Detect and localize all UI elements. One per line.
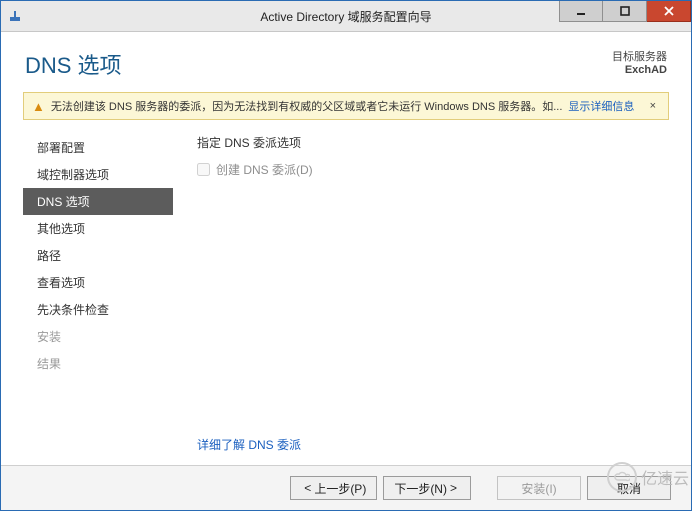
sidebar-item-paths[interactable]: 路径 — [23, 242, 173, 269]
sidebar-item-deployment[interactable]: 部署配置 — [23, 134, 173, 161]
close-button[interactable] — [647, 1, 691, 22]
target-server-name: ExchAD — [612, 64, 667, 76]
create-delegation-row: 创建 DNS 委派(D) — [197, 161, 665, 178]
warning-bar: ▲ 无法创建该 DNS 服务器的委派，因为无法找到有权威的父区域或者它未运行 W… — [23, 92, 669, 120]
sidebar-item-prereq[interactable]: 先决条件检查 — [23, 296, 173, 323]
sidebar-item-dns-options[interactable]: DNS 选项 — [23, 188, 173, 215]
previous-button-label: 上一步(P) — [314, 480, 366, 497]
target-server-block: 目标服务器 ExchAD — [612, 48, 667, 76]
sidebar-item-review[interactable]: 查看选项 — [23, 269, 173, 296]
sidebar-item-dc-options[interactable]: 域控制器选项 — [23, 161, 173, 188]
previous-button[interactable]: < 上一步(P) — [290, 476, 377, 500]
sidebar-item-results: 结果 — [23, 350, 173, 377]
wizard-window: Active Directory 域服务配置向导 DNS 选项 目标服务器 Ex… — [0, 0, 692, 511]
create-delegation-checkbox — [197, 163, 210, 176]
titlebar: Active Directory 域服务配置向导 — [1, 1, 691, 32]
warning-icon: ▲ — [32, 100, 45, 113]
next-button-label: 下一步(N) — [394, 480, 447, 497]
sidebar-item-install: 安装 — [23, 323, 173, 350]
window-controls — [559, 1, 691, 31]
wizard-sidebar: 部署配置 域控制器选项 DNS 选项 其他选项 路径 查看选项 先决条件检查 安… — [23, 130, 173, 465]
app-icon — [7, 8, 23, 24]
wizard-main: 指定 DNS 委派选项 创建 DNS 委派(D) 详细了解 DNS 委派 — [173, 130, 669, 465]
wizard-body: 部署配置 域控制器选项 DNS 选项 其他选项 路径 查看选项 先决条件检查 安… — [23, 130, 669, 465]
learn-more-link[interactable]: 详细了解 DNS 委派 — [197, 420, 665, 465]
minimize-button[interactable] — [559, 1, 603, 22]
warning-text: 无法创建该 DNS 服务器的委派，因为无法找到有权威的父区域或者它未运行 Win… — [51, 98, 563, 114]
page-title: DNS 选项 — [25, 48, 122, 80]
spacer — [477, 476, 491, 500]
cancel-button[interactable]: 取消 — [587, 476, 671, 500]
warning-close-button[interactable]: × — [646, 100, 660, 112]
cancel-button-label: 取消 — [617, 480, 641, 497]
page-header: DNS 选项 目标服务器 ExchAD — [1, 32, 691, 86]
warning-details-link[interactable]: 显示详细信息 — [568, 98, 634, 114]
next-button[interactable]: 下一步(N) > — [383, 476, 471, 500]
maximize-button[interactable] — [603, 1, 647, 22]
install-button: 安装(I) — [497, 476, 581, 500]
sidebar-item-additional[interactable]: 其他选项 — [23, 215, 173, 242]
wizard-footer: < 上一步(P) 下一步(N) > 安装(I) 取消 — [1, 465, 691, 510]
right-arrow-icon: > — [450, 481, 457, 495]
create-delegation-label: 创建 DNS 委派(D) — [216, 161, 313, 178]
target-server-label: 目标服务器 — [612, 48, 667, 64]
install-button-label: 安装(I) — [521, 480, 556, 497]
left-arrow-icon: < — [304, 481, 311, 495]
section-title: 指定 DNS 委派选项 — [197, 134, 665, 151]
